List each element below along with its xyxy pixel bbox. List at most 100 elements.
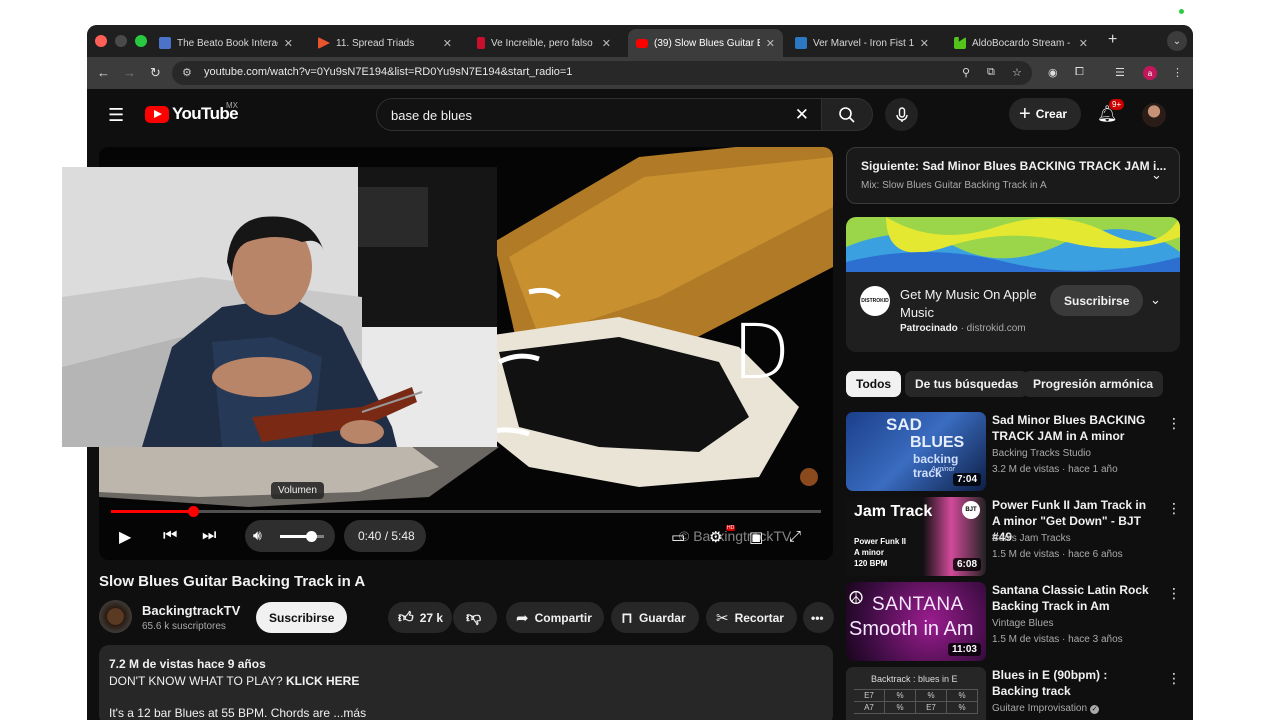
recommendation-item[interactable]: SAD BLUES backing track A minor 7:04 Sad… <box>846 412 1181 492</box>
volume-slider[interactable] <box>280 531 324 542</box>
close-tab-icon[interactable]: ✕ <box>766 37 775 50</box>
hamburger-menu-icon[interactable]: ☰ <box>108 105 124 126</box>
create-button[interactable]: + Crear <box>1009 98 1082 130</box>
browser-tab[interactable]: 11. Spread Triads ✕ <box>310 29 460 57</box>
play-icon[interactable]: ▶ <box>119 527 131 547</box>
rec-channel[interactable]: Backing Tracks Studio <box>992 448 1091 459</box>
dislike-button[interactable]: 👎︎ <box>453 602 497 633</box>
show-more-link[interactable]: ...más <box>333 706 366 720</box>
volume-knob[interactable] <box>305 531 317 542</box>
channel-name[interactable]: BackingtrackTV <box>142 603 240 618</box>
zoom-icon[interactable]: ⚲ <box>962 66 970 79</box>
hd-badge: HD <box>726 525 736 531</box>
chevron-down-icon[interactable]: ⌄ <box>1151 167 1162 183</box>
puzzle-extensions-icon[interactable]: ⧠ <box>1075 66 1084 79</box>
previous-icon[interactable]: ⏮︎ <box>163 527 177 545</box>
sponsored-ad-card[interactable]: DISTROKID Get My Music On Apple Music Pa… <box>846 217 1180 352</box>
channel-avatar[interactable] <box>99 600 132 633</box>
recommendation-item[interactable]: Jam Track Power Funk II A minor 120 BPM … <box>846 497 1181 577</box>
browser-tab-active[interactable]: (39) Slow Blues Guitar B ✕ <box>628 29 783 57</box>
fullscreen-icon[interactable]: ⤢ <box>789 528 801 545</box>
address-bar[interactable]: ⚙ youtube.com/watch?v=0Yu9sN7E194&list=R… <box>172 61 1032 85</box>
rec-channel[interactable]: Guitare Improvisation ✓ <box>992 703 1100 714</box>
thumbs-down-icon: 👎︎ <box>466 608 482 626</box>
recommendation-item[interactable]: SANTANA Smooth in Am ☮ 11:03 Santana Cla… <box>846 582 1181 662</box>
progress-played <box>111 510 194 513</box>
duration-badge: 6:08 <box>952 558 981 571</box>
chip-from-searches[interactable]: De tus búsquedas <box>905 371 1029 397</box>
search-input[interactable]: base de blues ✕ <box>376 98 821 131</box>
video-title: Slow Blues Guitar Backing Track in A <box>99 573 366 590</box>
chord-grid: E7%%% A7% E7% <box>854 689 978 714</box>
close-tab-icon[interactable]: ✕ <box>443 37 452 50</box>
more-vertical-icon[interactable]: ⋮ <box>1167 585 1181 602</box>
description-line: DON'T KNOW WHAT TO PLAY? KLICK HERE <box>109 674 360 688</box>
duration-badge: 11:03 <box>947 643 981 656</box>
close-window-button[interactable] <box>95 35 107 47</box>
theater-mode-icon[interactable]: ▣ <box>749 528 763 546</box>
close-tab-icon[interactable]: ✕ <box>1079 37 1088 50</box>
browser-menu-icon[interactable]: ⋮ <box>1172 66 1183 79</box>
description-link[interactable]: KLICK HERE <box>286 674 359 688</box>
reload-icon[interactable]: ↻ <box>150 65 161 81</box>
tab-favicon-icon <box>318 37 330 49</box>
profile-avatar[interactable]: a <box>1143 66 1157 80</box>
more-actions-button[interactable]: ••• <box>803 602 834 633</box>
browser-tab[interactable]: Ve Increible, pero falso | ✕ <box>469 29 619 57</box>
rec-channel[interactable]: Ben's Jam Tracks <box>992 533 1071 544</box>
like-button[interactable]: 👍︎ 27 k <box>388 602 452 633</box>
subscribe-button[interactable]: Suscribirse <box>256 602 348 633</box>
video-thumbnail[interactable]: Backtrack : blues in E E7%%% A7% E7% <box>846 667 986 720</box>
up-next-card[interactable]: Siguiente: Sad Minor Blues BACKING TRACK… <box>846 147 1180 204</box>
voice-search-button[interactable] <box>885 98 918 131</box>
share-button[interactable]: ➦ Compartir <box>506 602 604 633</box>
chip-chord-progression[interactable]: Progresión armónica <box>1023 371 1164 397</box>
youtube-logo[interactable]: YouTube <box>145 104 239 124</box>
subtitles-icon[interactable]: ▭ <box>671 528 685 546</box>
browser-tab[interactable]: The Beato Book Interacti ✕ <box>151 29 301 57</box>
more-vertical-icon[interactable]: ⋮ <box>1167 415 1181 432</box>
close-tab-icon[interactable]: ✕ <box>284 37 293 50</box>
youtube-favicon-icon <box>636 38 648 48</box>
video-overlay-letter: D <box>732 307 791 396</box>
site-settings-icon[interactable]: ⚙ <box>182 66 192 79</box>
tab-search-chevron-icon[interactable]: ⌄ <box>1167 31 1187 51</box>
bookmark-star-icon[interactable]: ☆ <box>1012 66 1022 79</box>
forward-arrow-icon[interactable]: → <box>123 65 136 80</box>
time-display: 0:40 / 5:48 <box>344 520 426 552</box>
search-button[interactable] <box>821 98 873 131</box>
browser-tab[interactable]: AldoBocardo Stream - Vi ✕ <box>946 29 1096 57</box>
install-app-icon[interactable]: ⧉ <box>987 66 995 79</box>
back-arrow-icon[interactable]: ← <box>97 65 110 80</box>
chevron-down-icon[interactable]: ⌄ <box>1150 292 1161 308</box>
save-button[interactable]: ⊓ Guardar <box>611 602 699 633</box>
volume-icon[interactable]: 🔊︎ <box>253 527 262 544</box>
distrokid-logo: DISTROKID <box>860 286 890 316</box>
extension-icon[interactable]: ◉ <box>1048 66 1058 79</box>
tab-favicon-icon <box>795 37 807 49</box>
video-thumbnail[interactable]: Jam Track Power Funk II A minor 120 BPM … <box>846 497 986 576</box>
video-thumbnail[interactable]: SANTANA Smooth in Am ☮ 11:03 <box>846 582 986 661</box>
ad-subscribe-button[interactable]: Suscribirse <box>1050 285 1144 316</box>
new-tab-icon[interactable]: + <box>1108 31 1117 49</box>
next-icon[interactable]: ⏭︎ <box>202 527 216 545</box>
media-controls-icon[interactable]: ☰ <box>1115 66 1125 79</box>
progress-bar[interactable] <box>111 506 821 517</box>
account-avatar[interactable] <box>1142 103 1166 127</box>
description-box[interactable]: 7.2 M de vistas hace 9 años DON'T KNOW W… <box>99 645 833 720</box>
more-vertical-icon[interactable]: ⋮ <box>1167 670 1181 687</box>
volume-control[interactable]: 🔊︎ <box>245 520 335 552</box>
close-tab-icon[interactable]: ✕ <box>920 37 929 50</box>
chip-all[interactable]: Todos <box>846 371 902 397</box>
clear-search-icon[interactable]: ✕ <box>795 105 809 125</box>
minimize-window-button[interactable] <box>115 35 127 47</box>
maximize-window-button[interactable] <box>135 35 147 47</box>
more-vertical-icon[interactable]: ⋮ <box>1167 500 1181 517</box>
close-tab-icon[interactable]: ✕ <box>602 37 611 50</box>
recommendation-item[interactable]: Backtrack : blues in E E7%%% A7% E7% Blues… <box>846 667 1181 720</box>
rec-channel[interactable]: Vintage Blues <box>992 618 1054 629</box>
video-thumbnail[interactable]: SAD BLUES backing track A minor 7:04 <box>846 412 986 491</box>
browser-tab[interactable]: Ver Marvel - Iron Fist 1x4 ✕ <box>787 29 937 57</box>
clip-button[interactable]: ✂ Recortar <box>706 602 797 633</box>
settings-gear-icon[interactable]: ⚙ <box>709 528 722 546</box>
